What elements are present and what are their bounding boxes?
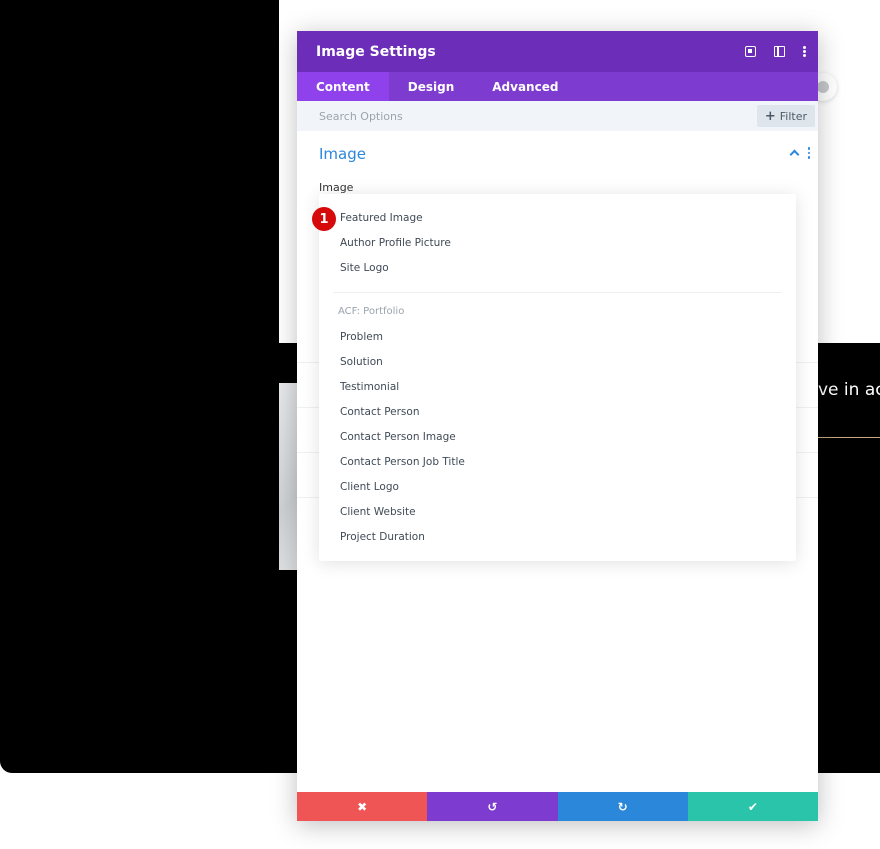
dropdown-item-author-profile-picture[interactable]: Author Profile Picture xyxy=(340,234,451,252)
chevron-up-icon[interactable] xyxy=(789,149,799,160)
modal-footer: ✖ ↺ ↻ ✔ xyxy=(297,792,818,821)
filter-button[interactable]: + Filter xyxy=(756,105,815,127)
dropdown-item-site-logo[interactable]: Site Logo xyxy=(340,259,389,277)
dropdown-item-testimonial[interactable]: Testimonial xyxy=(340,378,399,396)
dropdown-item-contact-person[interactable]: Contact Person xyxy=(340,403,419,421)
section-more-icon[interactable] xyxy=(807,147,810,159)
dropdown-divider xyxy=(333,292,782,293)
dropdown-item-featured-image[interactable]: Featured Image xyxy=(340,209,423,227)
fullscreen-icon[interactable] xyxy=(745,46,756,57)
tab-content[interactable]: Content xyxy=(297,72,389,101)
close-button[interactable]: ✖ xyxy=(297,792,428,821)
dynamic-content-dropdown: Featured Image Author Profile Picture Si… xyxy=(319,194,796,561)
dropdown-item-contact-person-job-title[interactable]: Contact Person Job Title xyxy=(340,453,465,471)
tab-advanced[interactable]: Advanced xyxy=(473,72,577,101)
modal-title: Image Settings xyxy=(316,43,436,60)
background-dark-section xyxy=(0,0,279,773)
save-button[interactable]: ✔ xyxy=(687,792,818,821)
section-actions xyxy=(789,147,810,160)
dropdown-item-project-duration[interactable]: Project Duration xyxy=(340,528,425,546)
gear-icon xyxy=(817,81,829,93)
tab-design[interactable]: Design xyxy=(389,72,474,101)
search-options-bar[interactable]: Search Options + Filter xyxy=(297,101,818,131)
modal-header: Image Settings xyxy=(297,31,818,72)
dropdown-item-solution[interactable]: Solution xyxy=(340,353,383,371)
dropdown-item-client-website[interactable]: Client Website xyxy=(340,503,416,521)
tab-bar: Content Design Advanced xyxy=(297,72,818,101)
section-title: Image xyxy=(319,145,366,163)
image-settings-modal: Image Settings Content Design Advanced S… xyxy=(297,31,818,821)
search-input[interactable]: Search Options xyxy=(319,110,403,123)
dropdown-group-label: ACF: Portfolio xyxy=(338,306,405,317)
image-section-header[interactable]: Image xyxy=(297,131,818,177)
more-options-icon[interactable] xyxy=(803,46,806,57)
dropdown-item-client-logo[interactable]: Client Logo xyxy=(340,478,399,496)
dropdown-item-problem[interactable]: Problem xyxy=(340,328,383,346)
background-divider xyxy=(818,437,880,438)
redo-button[interactable]: ↻ xyxy=(557,792,688,821)
dropdown-item-contact-person-image[interactable]: Contact Person Image xyxy=(340,428,456,446)
step-number-badge: 1 xyxy=(312,207,336,231)
plus-icon: + xyxy=(764,108,776,124)
filter-label: Filter xyxy=(779,109,807,123)
header-actions xyxy=(745,31,806,72)
split-view-icon[interactable] xyxy=(774,46,785,57)
background-heading-text: ve in ac xyxy=(818,380,880,400)
undo-button[interactable]: ↺ xyxy=(427,792,558,821)
